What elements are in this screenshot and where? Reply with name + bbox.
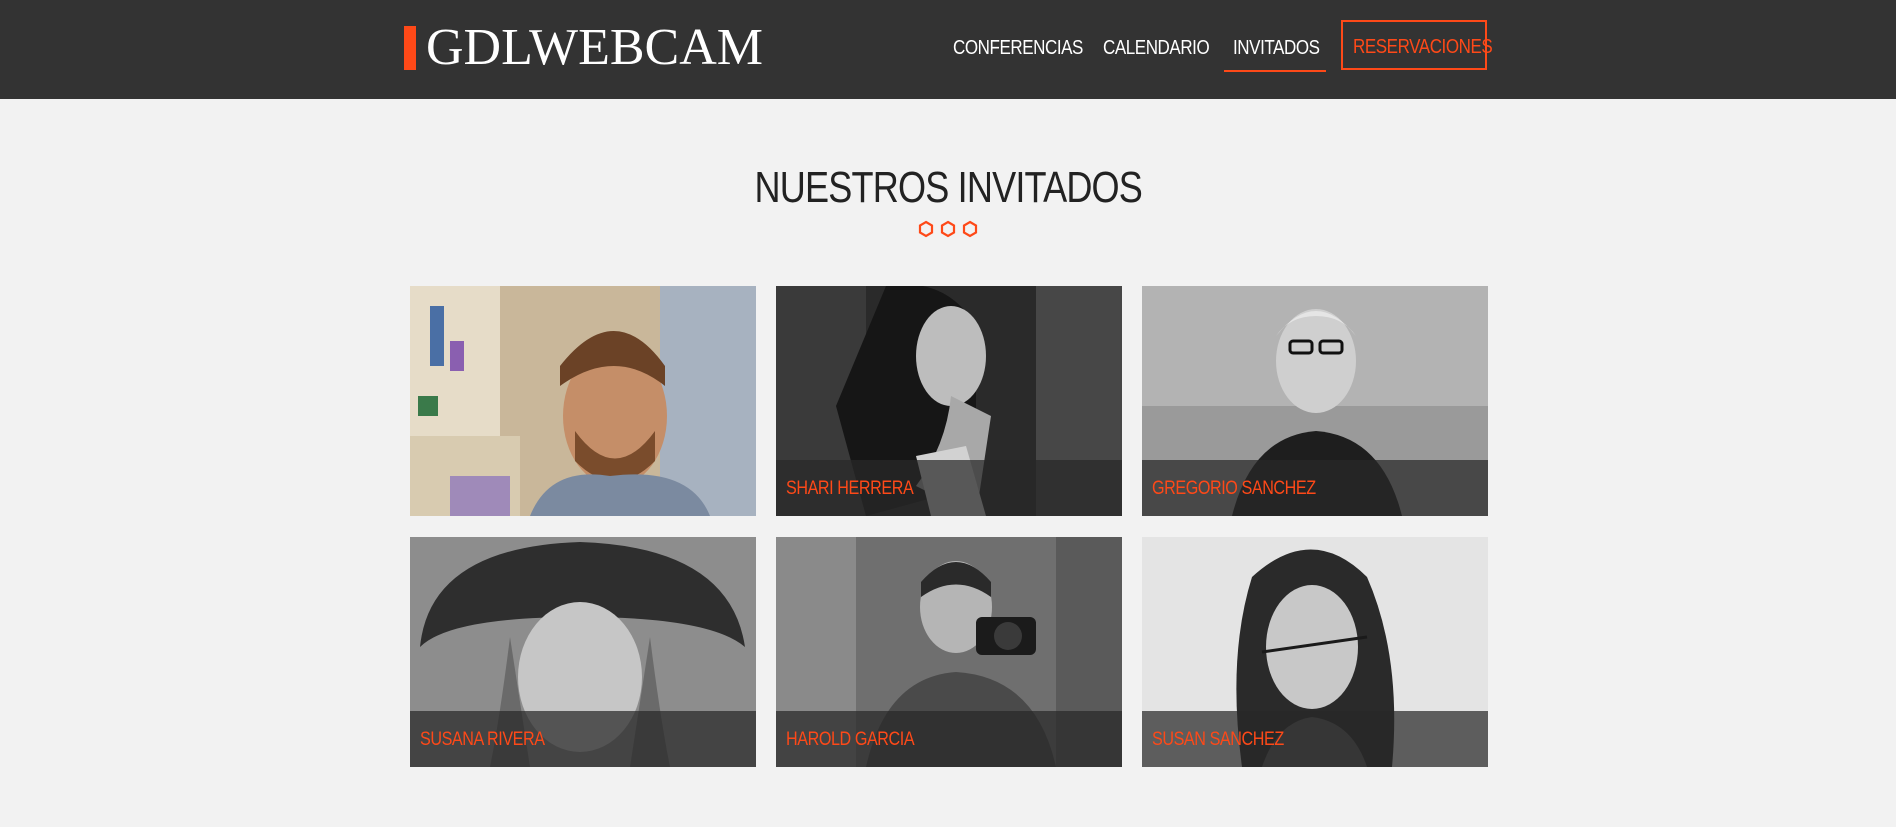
guest-card[interactable]: SUSAN SANCHEZ bbox=[1142, 537, 1488, 767]
guest-name: GREGORIO SANCHEZ bbox=[1152, 478, 1316, 499]
guest-name: SUSAN SANCHEZ bbox=[1152, 729, 1284, 750]
guest-caption: GREGORIO SANCHEZ bbox=[1142, 460, 1488, 516]
guest-name: HAROLD GARCIA bbox=[786, 729, 915, 750]
guest-name: SHARI HERRERA bbox=[786, 478, 914, 499]
guest-card[interactable]: SHARI HERRERA bbox=[776, 286, 1122, 516]
nav-reservaciones-button[interactable]: RESERVACIONES bbox=[1341, 20, 1493, 70]
section-title: NUESTROS INVITADOS bbox=[0, 160, 1896, 216]
guest-card[interactable]: SUSANA RIVERA bbox=[410, 537, 756, 767]
logo-text: GDLWEBCAM bbox=[426, 19, 764, 76]
guest-caption: SUSAN SANCHEZ bbox=[1142, 711, 1488, 767]
site-logo[interactable]: GDLWEBCAM bbox=[404, 20, 763, 76]
guest-card[interactable]: HAROLD GARCIA bbox=[776, 537, 1122, 767]
nav-calendario[interactable]: CALENDARIO bbox=[1103, 30, 1210, 66]
guest-photo-man-computer bbox=[410, 286, 756, 516]
nav-reservaciones-label: RESERVACIONES bbox=[1353, 36, 1493, 58]
section-title-text: NUESTROS INVITADOS bbox=[754, 163, 1142, 212]
guest-caption: SUSANA RIVERA bbox=[410, 711, 756, 767]
guest-caption: HAROLD GARCIA bbox=[776, 711, 1122, 767]
guest-name: SUSANA RIVERA bbox=[420, 729, 545, 750]
hexagon-divider-icon bbox=[918, 220, 978, 238]
guest-card[interactable]: GREGORIO SANCHEZ bbox=[1142, 286, 1488, 516]
nav-active-underline bbox=[1224, 70, 1326, 72]
site-header: GDLWEBCAM CONFERENCIAS CALENDARIO INVITA… bbox=[0, 0, 1896, 99]
guest-caption: SHARI HERRERA bbox=[776, 460, 1122, 516]
guest-card[interactable] bbox=[410, 286, 756, 516]
nav-conferencias[interactable]: CONFERENCIAS bbox=[953, 30, 1083, 66]
nav-invitados[interactable]: INVITADOS bbox=[1233, 30, 1320, 66]
logo-accent-bar bbox=[404, 26, 416, 70]
